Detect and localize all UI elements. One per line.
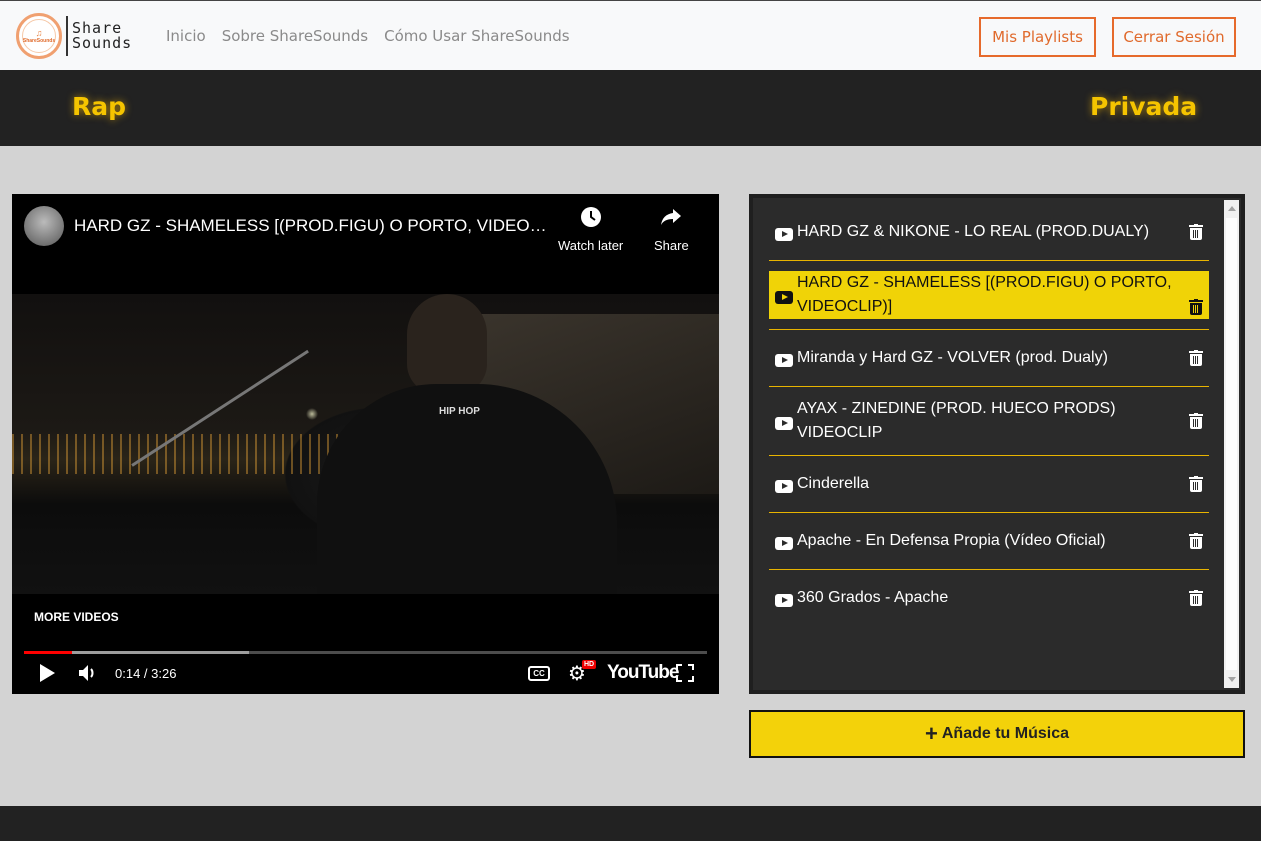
song-item[interactable]: HARD GZ & NIKONE - LO REAL (PROD.DUALY)	[769, 204, 1209, 261]
logo-small-text: ShareSounds	[22, 37, 56, 44]
play-icon	[40, 664, 55, 682]
scroll-up-arrow-icon[interactable]	[1228, 206, 1236, 211]
channel-avatar[interactable]	[24, 206, 64, 246]
video-frame: HIP HOP	[12, 294, 719, 594]
add-music-label: Añade tu Música	[941, 725, 1069, 742]
nav-link-como-usar[interactable]: Cómo Usar ShareSounds	[384, 27, 569, 45]
youtube-icon	[775, 353, 793, 367]
watch-later-button[interactable]: Watch later	[558, 206, 623, 253]
fullscreen-icon	[676, 664, 694, 682]
song-title[interactable]: Miranda y Hard GZ - VOLVER (prod. Dualy)	[797, 346, 1181, 370]
trash-icon[interactable]	[1189, 476, 1203, 492]
song-title[interactable]: HARD GZ & NIKONE - LO REAL (PROD.DUALY)	[797, 220, 1181, 244]
song-title[interactable]: AYAX - ZINEDINE (PROD. HUECO PRODS) VIDE…	[797, 397, 1181, 445]
trash-icon[interactable]	[1189, 350, 1203, 366]
fullscreen-button[interactable]	[676, 660, 694, 686]
song-title[interactable]: Cinderella	[797, 472, 1181, 496]
add-music-button[interactable]: + Añade tu Música	[749, 710, 1245, 758]
youtube-icon	[775, 479, 793, 493]
playlist-genre: Rap	[72, 92, 127, 121]
nav-link-sobre[interactable]: Sobre ShareSounds	[222, 27, 368, 45]
scroll-thumb[interactable]	[1226, 218, 1237, 670]
song-list: HARD GZ & NIKONE - LO REAL (PROD.DUALY) …	[769, 204, 1213, 626]
logo[interactable]: ♫ ShareSounds Share Sounds	[16, 13, 132, 59]
time-display: 0:14 / 3:26	[115, 665, 177, 681]
nav-link-inicio[interactable]: Inicio	[166, 27, 206, 45]
youtube-icon	[775, 290, 793, 304]
player-top-bar: HARD GZ - SHAMELESS [(PROD.FIGU) O PORTO…	[12, 194, 719, 294]
playlist-visibility: Privada	[1090, 92, 1198, 121]
youtube-icon	[775, 416, 793, 430]
song-item[interactable]: AYAX - ZINEDINE (PROD. HUECO PRODS) VIDE…	[769, 387, 1209, 456]
captions-icon: CC	[528, 665, 550, 681]
youtube-logo[interactable]: YouTube	[607, 660, 679, 686]
watch-later-label: Watch later	[558, 238, 624, 253]
nav-links: Inicio Sobre ShareSounds Cómo Usar Share…	[166, 27, 570, 45]
progress-bar[interactable]	[24, 651, 707, 654]
song-item[interactable]: Miranda y Hard GZ - VOLVER (prod. Dualy)	[769, 330, 1209, 387]
shirt-logo: HIP HOP	[439, 406, 480, 417]
scrollbar[interactable]	[1224, 200, 1239, 688]
logo-divider	[66, 16, 68, 56]
song-item[interactable]: Apache - En Defensa Propia (Vídeo Oficia…	[769, 513, 1209, 570]
volume-button[interactable]	[78, 660, 98, 686]
plus-icon: +	[925, 721, 938, 746]
youtube-icon	[775, 536, 793, 550]
song-item[interactable]: HARD GZ - SHAMELESS [(PROD.FIGU) O PORTO…	[769, 261, 1209, 330]
share-arrow-icon	[660, 206, 682, 234]
trash-icon[interactable]	[1189, 224, 1203, 240]
play-button[interactable]	[38, 660, 56, 686]
song-item[interactable]: 360 Grados - Apache	[769, 570, 1209, 626]
trash-icon[interactable]	[1189, 533, 1203, 549]
share-label: Share	[654, 238, 689, 253]
clock-icon	[580, 206, 602, 234]
navbar: ♫ ShareSounds Share Sounds Inicio Sobre …	[0, 0, 1261, 70]
more-videos-label[interactable]: MORE VIDEOS	[34, 610, 119, 624]
song-title[interactable]: 360 Grados - Apache	[797, 586, 1181, 610]
video-title[interactable]: HARD GZ - SHAMELESS [(PROD.FIGU) O PORTO…	[74, 216, 554, 236]
trash-icon[interactable]	[1189, 413, 1203, 429]
progress-played	[24, 651, 72, 654]
logout-button[interactable]: Cerrar Sesión	[1112, 17, 1236, 57]
youtube-icon	[775, 593, 793, 607]
my-playlists-button[interactable]: Mis Playlists	[979, 17, 1096, 57]
song-list-panel[interactable]: HARD GZ & NIKONE - LO REAL (PROD.DUALY) …	[749, 194, 1245, 694]
trash-icon[interactable]	[1189, 299, 1203, 315]
video-player[interactable]: HIP HOP HARD GZ - SHAMELESS [(PROD.FIGU)…	[12, 194, 719, 694]
playlist-header: Rap Privada	[0, 70, 1261, 146]
scroll-down-arrow-icon[interactable]	[1228, 677, 1236, 682]
logo-badge: ♫ ShareSounds	[16, 13, 62, 59]
song-title[interactable]: Apache - En Defensa Propia (Vídeo Oficia…	[797, 529, 1181, 553]
song-item[interactable]: Cinderella	[769, 456, 1209, 513]
captions-button[interactable]: CC	[528, 660, 550, 686]
youtube-icon	[775, 227, 793, 241]
settings-button[interactable]: ⚙ HD	[568, 660, 597, 686]
share-button[interactable]: Share	[654, 206, 689, 253]
hd-badge: HD	[582, 660, 597, 669]
logo-wordmark: Share Sounds	[72, 21, 132, 51]
footer	[0, 806, 1261, 841]
music-notes-icon: ♫	[35, 27, 43, 38]
song-title[interactable]: HARD GZ - SHAMELESS [(PROD.FIGU) O PORTO…	[797, 271, 1181, 319]
trash-icon[interactable]	[1189, 590, 1203, 606]
volume-icon	[79, 665, 94, 681]
logo-text-bottom: Sounds	[72, 34, 133, 52]
